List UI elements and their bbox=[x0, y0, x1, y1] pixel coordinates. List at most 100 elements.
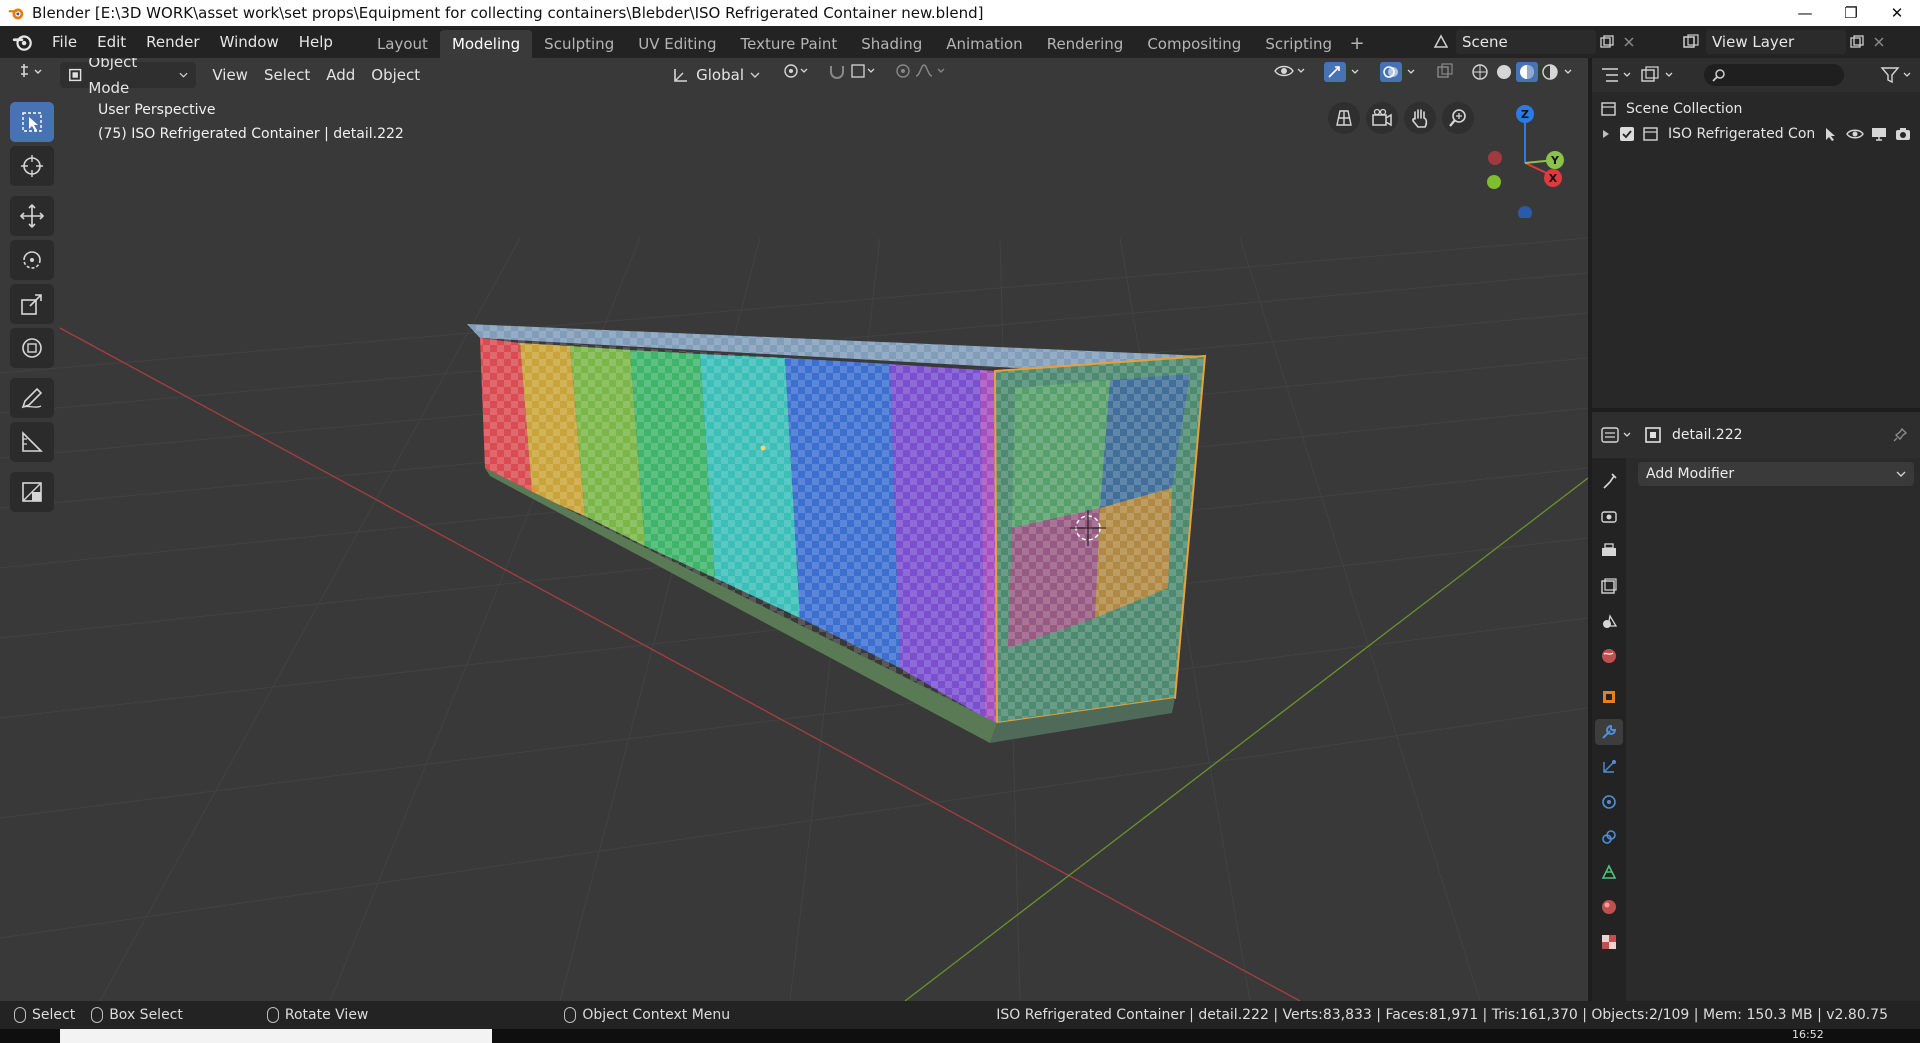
add-cube-tool[interactable] bbox=[10, 472, 54, 512]
constraints-tab[interactable] bbox=[1595, 824, 1623, 850]
tab-rendering[interactable]: Rendering bbox=[1035, 30, 1136, 58]
taskbar-search-box[interactable] bbox=[60, 1029, 492, 1043]
header-menu-object[interactable]: Object bbox=[363, 62, 428, 88]
output-tab[interactable] bbox=[1595, 538, 1623, 564]
view-layer-tab[interactable] bbox=[1595, 573, 1623, 599]
proportional-editing-button[interactable] bbox=[886, 62, 956, 88]
blender-menu-icon[interactable] bbox=[12, 31, 34, 53]
tab-compositing[interactable]: Compositing bbox=[1135, 30, 1253, 58]
tab-scripting[interactable]: Scripting bbox=[1253, 30, 1344, 58]
gizmo-icon bbox=[1324, 62, 1359, 82]
top-bar: File Edit Render Window Help Layout Mode… bbox=[0, 26, 1920, 58]
expand-arrow-icon[interactable] bbox=[1600, 128, 1612, 140]
shading-mode-buttons[interactable] bbox=[1462, 62, 1588, 88]
cursor-tool[interactable] bbox=[10, 146, 54, 186]
world-tab[interactable] bbox=[1595, 643, 1623, 669]
modifier-tab[interactable] bbox=[1595, 719, 1623, 745]
delete-view-layer-icon[interactable] bbox=[1868, 31, 1890, 53]
object-icon bbox=[1645, 427, 1661, 443]
pan-view-button[interactable] bbox=[1404, 102, 1436, 134]
menu-window[interactable]: Window bbox=[210, 28, 289, 56]
object-mode-dropdown[interactable]: Object Mode bbox=[60, 58, 197, 97]
properties-editor-icon[interactable] bbox=[1600, 425, 1634, 445]
physics-orbit-icon bbox=[1602, 795, 1616, 809]
scene-icon[interactable] bbox=[1430, 31, 1452, 53]
delete-scene-icon[interactable] bbox=[1618, 31, 1640, 53]
add-modifier-dropdown[interactable]: Add Modifier bbox=[1638, 462, 1914, 486]
scene-name-field[interactable]: Scene bbox=[1456, 30, 1596, 54]
overlays-toggle-button[interactable] bbox=[1372, 62, 1428, 88]
outliner-search-input[interactable] bbox=[1704, 64, 1844, 86]
new-scene-icon[interactable] bbox=[1596, 31, 1618, 53]
chevron-down-icon bbox=[179, 72, 188, 78]
camera-view-button[interactable] bbox=[1366, 102, 1398, 134]
toggle-perspective-button[interactable] bbox=[1328, 102, 1360, 134]
editor-type-button[interactable] bbox=[10, 62, 54, 88]
view-layer-name-field[interactable]: View Layer bbox=[1706, 30, 1846, 54]
neg-x-axis-handle[interactable] bbox=[1488, 151, 1502, 165]
annotate-tool[interactable] bbox=[10, 378, 54, 418]
header-menu-view[interactable]: View bbox=[204, 62, 256, 88]
restore-button[interactable]: ❐ bbox=[1828, 0, 1874, 26]
gizmo-toggle-button[interactable] bbox=[1316, 62, 1372, 88]
tab-layout[interactable]: Layout bbox=[365, 30, 440, 58]
3d-viewport[interactable]: Object Mode View Select Add Object Globa… bbox=[0, 58, 1588, 1001]
render-camera-icon[interactable] bbox=[1894, 126, 1912, 142]
view-layer-icon[interactable] bbox=[1680, 31, 1702, 53]
menu-edit[interactable]: Edit bbox=[87, 28, 136, 56]
menu-file[interactable]: File bbox=[42, 28, 87, 56]
render-tab[interactable] bbox=[1595, 503, 1623, 529]
physics-tab[interactable] bbox=[1595, 789, 1623, 815]
object-square-icon bbox=[1603, 691, 1615, 703]
container-mesh[interactable] bbox=[467, 324, 1207, 743]
add-workspace-button[interactable]: + bbox=[1344, 30, 1370, 58]
measure-tool[interactable] bbox=[10, 422, 54, 462]
filter-icon[interactable] bbox=[1880, 66, 1916, 84]
move-tool[interactable] bbox=[10, 196, 54, 236]
viewport-scene[interactable] bbox=[0, 58, 1588, 1001]
pin-icon[interactable] bbox=[1892, 427, 1908, 443]
new-view-layer-icon[interactable] bbox=[1846, 31, 1868, 53]
outliner-item-iso-container[interactable]: ISO Refrigerated Conta bbox=[1592, 121, 1920, 146]
active-object-info: (75) ISO Refrigerated Container | detail… bbox=[98, 126, 404, 142]
neg-y-axis-handle[interactable] bbox=[1487, 175, 1501, 189]
pivot-point-button[interactable] bbox=[774, 62, 820, 88]
scale-tool[interactable] bbox=[10, 284, 54, 324]
transform-tool[interactable] bbox=[10, 328, 54, 368]
tab-modeling[interactable]: Modeling bbox=[439, 30, 533, 58]
header-menu-add[interactable]: Add bbox=[318, 62, 363, 88]
particles-tab[interactable] bbox=[1595, 754, 1623, 780]
outliner-editor-icon[interactable] bbox=[1600, 66, 1634, 84]
selectable-arrow-icon[interactable] bbox=[1822, 126, 1838, 142]
menu-render[interactable]: Render bbox=[136, 28, 209, 56]
close-button[interactable]: ✕ bbox=[1874, 0, 1920, 26]
object-tab[interactable] bbox=[1595, 684, 1623, 710]
collection-checkbox[interactable] bbox=[1620, 126, 1634, 141]
transform-orientation-dropdown[interactable]: Global bbox=[664, 62, 768, 88]
tab-animation[interactable]: Animation bbox=[934, 30, 1034, 58]
snap-toggle-button[interactable] bbox=[820, 62, 886, 88]
texture-tab[interactable] bbox=[1595, 929, 1623, 955]
select-box-tool[interactable] bbox=[10, 102, 54, 142]
rotate-tool[interactable] bbox=[10, 240, 54, 280]
scene-collection-row[interactable]: Scene Collection bbox=[1592, 96, 1920, 121]
tab-texture-paint[interactable]: Texture Paint bbox=[728, 30, 849, 58]
tool-tab[interactable] bbox=[1595, 468, 1623, 494]
tab-sculpting[interactable]: Sculpting bbox=[532, 30, 626, 58]
visibility-eye-icon[interactable] bbox=[1846, 126, 1864, 142]
scene-tab[interactable] bbox=[1595, 608, 1623, 634]
menu-help[interactable]: Help bbox=[289, 28, 343, 56]
viewport-monitor-icon[interactable] bbox=[1870, 126, 1888, 142]
tab-uv-editing[interactable]: UV Editing bbox=[626, 30, 728, 58]
neg-z-axis-handle[interactable] bbox=[1518, 206, 1532, 218]
properties-object-name: detail.222 bbox=[1672, 427, 1743, 443]
header-menu-select[interactable]: Select bbox=[256, 62, 318, 88]
material-tab[interactable] bbox=[1595, 894, 1623, 920]
display-mode-icon[interactable] bbox=[1640, 66, 1678, 84]
object-visibility-button[interactable] bbox=[1266, 62, 1316, 88]
tab-shading[interactable]: Shading bbox=[849, 30, 934, 58]
data-tab[interactable] bbox=[1595, 859, 1623, 885]
xray-toggle-button[interactable] bbox=[1428, 62, 1462, 88]
minimize-button[interactable]: — bbox=[1782, 0, 1828, 26]
navigation-gizmo[interactable]: Z Y X bbox=[1470, 98, 1580, 218]
